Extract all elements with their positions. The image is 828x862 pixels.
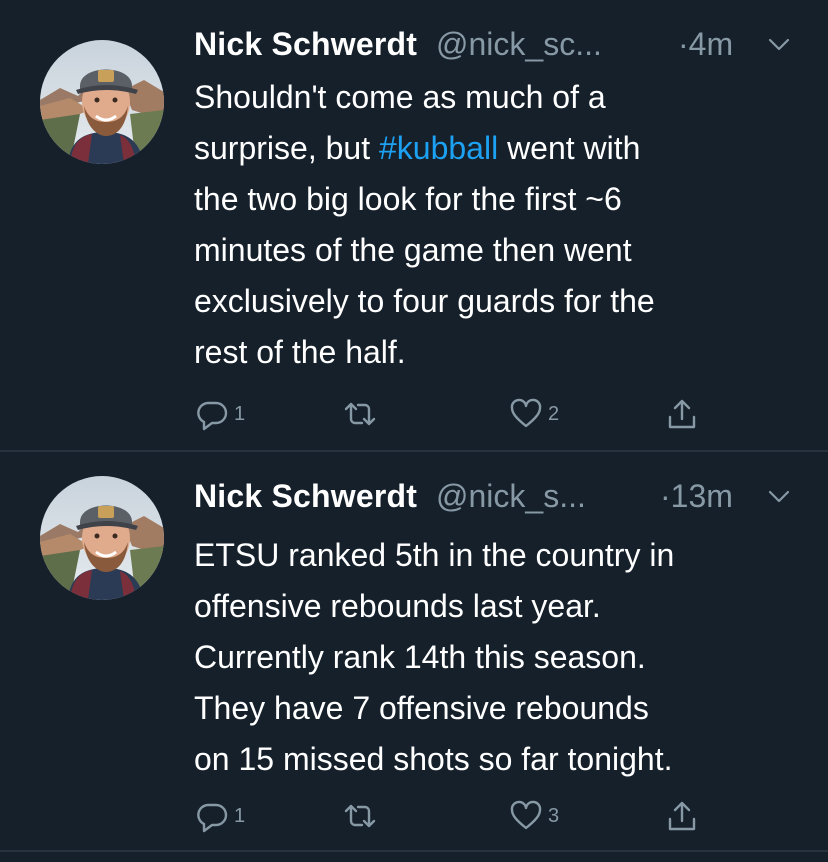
tweet-text: Shouldn't come as much of a surprise, bu… <box>194 72 804 378</box>
tweet-text-line: rest of the half. <box>194 334 406 370</box>
tweet[interactable]: Nick Schwerdt @nick_sc... ·4m Shouldn't … <box>0 0 828 450</box>
heart-icon <box>510 398 542 428</box>
reply-count: 1 <box>234 804 246 827</box>
share-button[interactable] <box>664 396 700 432</box>
tweet-text-line: on 15 missed shots so far tonight. <box>194 741 673 777</box>
tweet-divider <box>0 850 828 852</box>
display-name[interactable]: Nick Schwerdt <box>194 26 417 62</box>
like-count: 2 <box>548 402 560 425</box>
like-button[interactable]: 2 <box>508 396 559 432</box>
tweet-text-line: surprise, but #kubball went with <box>194 123 804 174</box>
chevron-down-icon <box>768 38 790 51</box>
like-count: 3 <box>548 804 560 827</box>
avatar-photo <box>40 40 164 164</box>
display-name[interactable]: Nick Schwerdt <box>194 478 417 514</box>
reply-button[interactable]: 1 <box>194 798 245 834</box>
tweet-header: Nick Schwerdt @nick_s... ·13m <box>194 476 794 516</box>
tweet-text-line: Shouldn't come as much of a <box>194 79 606 115</box>
share-icon <box>668 399 696 429</box>
retweet-button[interactable] <box>342 798 382 834</box>
tweet-text-line: ETSU ranked 5th in the country in <box>194 537 675 573</box>
reply-icon <box>197 803 228 833</box>
tweet-text-line: offensive rebounds last year. <box>194 588 601 624</box>
retweet-button[interactable] <box>342 396 382 432</box>
user-handle[interactable]: @nick_sc... <box>436 26 602 62</box>
tweet-menu-button[interactable] <box>766 24 794 64</box>
timeline: Nick Schwerdt @nick_sc... ·4m Shouldn't … <box>0 0 828 862</box>
reply-count: 1 <box>234 402 246 425</box>
retweet-icon <box>344 402 376 426</box>
timestamp[interactable]: ·4m <box>678 24 733 64</box>
tweet-text: ETSU ranked 5th in the country in offens… <box>194 530 804 785</box>
tweet-menu-button[interactable] <box>766 476 794 516</box>
tweet-text-line: Currently rank 14th this season. <box>194 639 646 675</box>
like-button[interactable]: 3 <box>508 798 559 834</box>
tweet-actions: 1 3 <box>194 798 714 834</box>
reply-button[interactable]: 1 <box>194 396 245 432</box>
retweet-icon <box>344 804 376 828</box>
tweet-actions: 1 2 <box>194 396 714 432</box>
tweet-text-segment: went with <box>498 130 641 166</box>
hashtag-link[interactable]: #kubball <box>379 130 498 166</box>
timestamp[interactable]: ·13m <box>660 476 733 516</box>
tweet-text-line: minutes of the game then went <box>194 232 632 268</box>
share-icon <box>668 801 696 831</box>
chevron-down-icon <box>768 490 790 503</box>
tweet-text-line: They have 7 offensive rebounds <box>194 690 649 726</box>
heart-icon <box>510 800 542 830</box>
share-button[interactable] <box>664 798 700 834</box>
avatar-photo <box>40 476 164 600</box>
tweet-text-segment: surprise, but <box>194 130 379 166</box>
reply-icon <box>197 401 228 431</box>
tweet-text-line: exclusively to four guards for the <box>194 283 655 319</box>
user-handle[interactable]: @nick_s... <box>436 478 586 514</box>
avatar[interactable] <box>40 476 164 600</box>
tweet-text-line: the two big look for the first ~6 <box>194 181 622 217</box>
tweet-header: Nick Schwerdt @nick_sc... ·4m <box>194 24 794 64</box>
avatar[interactable] <box>40 40 164 164</box>
tweet[interactable]: Nick Schwerdt @nick_s... ·13m ETSU ranke… <box>0 452 828 850</box>
